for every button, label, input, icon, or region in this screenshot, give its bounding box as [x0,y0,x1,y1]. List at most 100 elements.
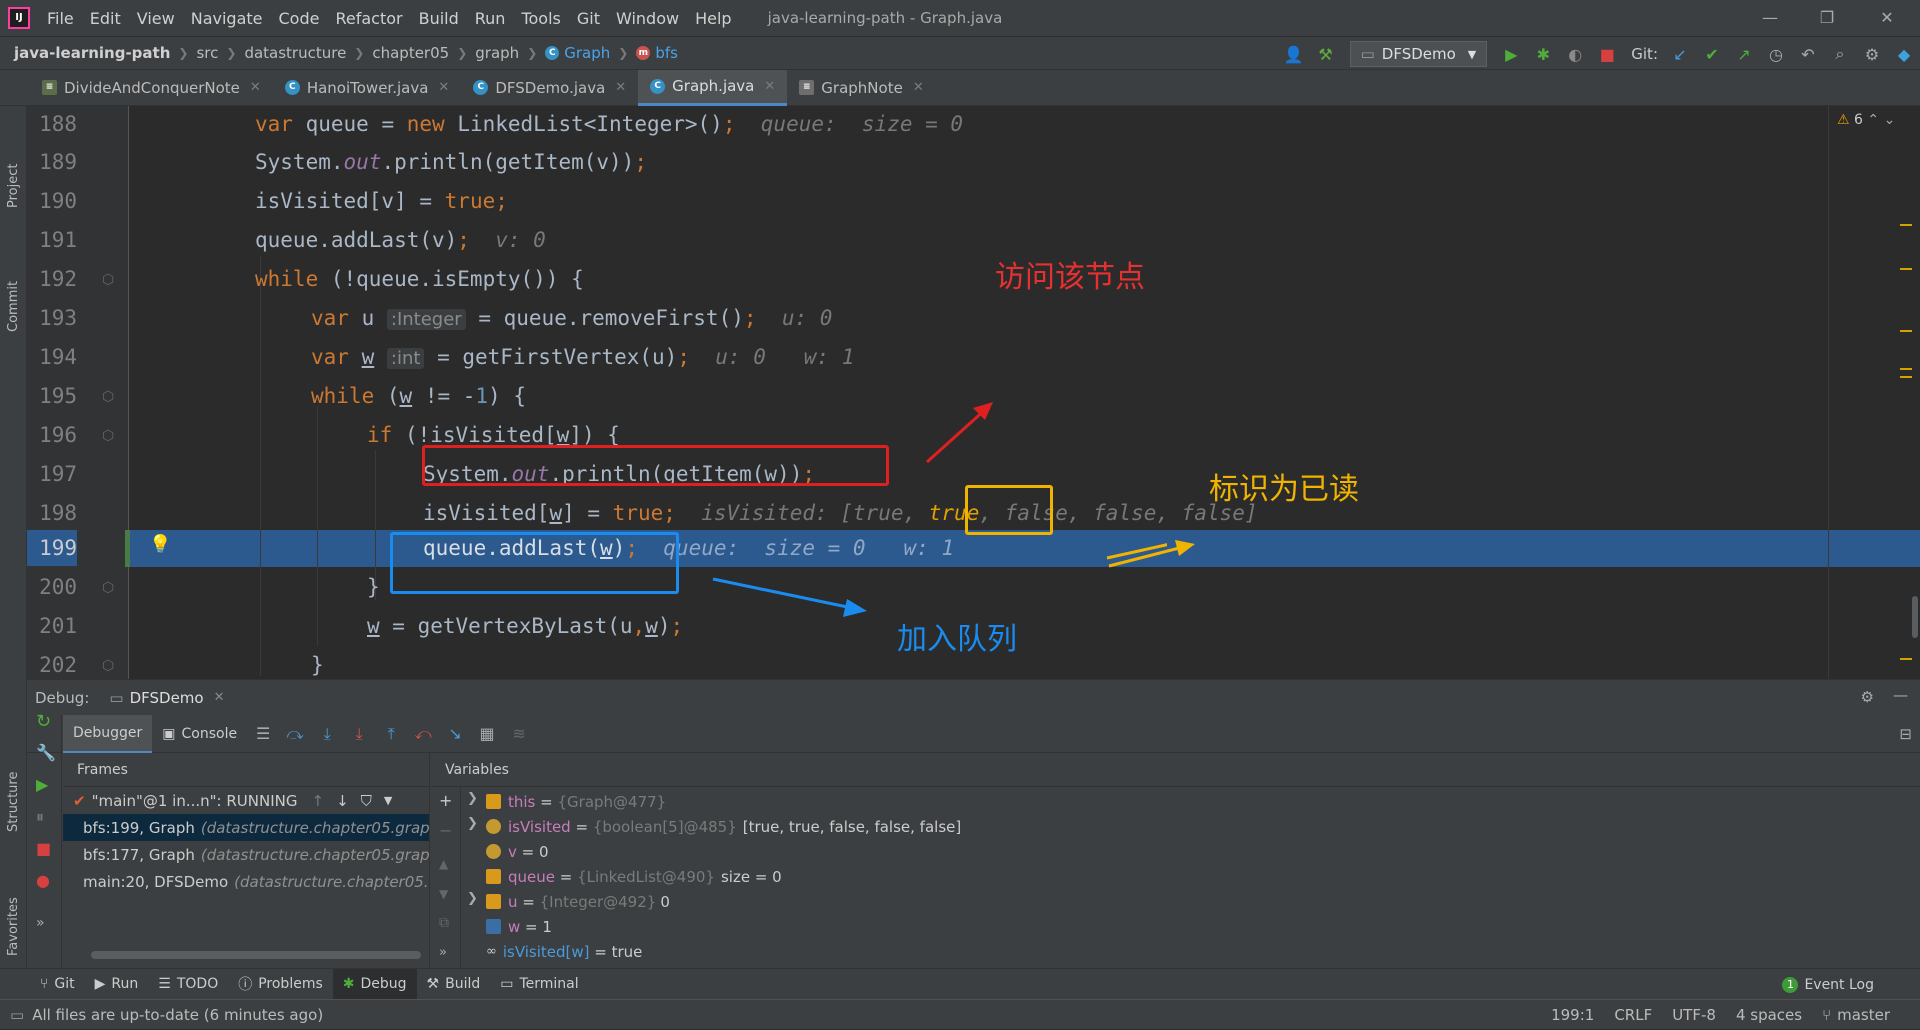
commit-tool-button[interactable]: Commit [6,281,21,332]
view-breakpoints-icon[interactable]: ● [36,871,50,890]
menu-refactor[interactable]: Refactor [327,9,410,28]
indent-setting[interactable]: 4 spaces [1736,1006,1802,1024]
frame-row[interactable]: main:20, DFSDemo (datastructure.chapter05… [63,868,429,895]
debugger-tab[interactable]: Debugger [63,714,153,753]
event-log-button[interactable]: 1 Event Log [1772,969,1884,1000]
close-session-icon[interactable]: ✕ [214,690,225,705]
close-tab-icon[interactable]: ✕ [438,80,449,95]
force-step-into-icon[interactable]: ⤓ [343,724,375,744]
step-out-icon[interactable]: ⤒ [375,724,407,744]
move-up-icon[interactable]: ▲ [439,857,448,871]
expand-arrow-icon[interactable]: ❯ [467,891,478,906]
run-config-select[interactable]: ▭ DFSDemo ▼ [1349,41,1488,67]
filter-icon[interactable]: ⛉ [361,792,372,810]
close-window-button[interactable]: ✕ [1862,0,1912,36]
breadcrumb-datastructure[interactable]: datastructure [244,44,346,62]
variable-row[interactable]: v = 0 [486,839,549,864]
hide-panel-icon[interactable]: — [1893,686,1908,704]
breadcrumb-src[interactable]: src [196,44,218,62]
variable-row[interactable]: queue = {LinkedList@490} size = 0 [486,864,782,889]
pause-icon[interactable]: ⏸ [36,807,44,827]
git-branch[interactable]: master [1837,1006,1890,1024]
tab-hanoitower[interactable]: C HanoiTower.java ✕ [273,70,462,106]
variable-row[interactable]: w = 1 [486,914,552,939]
git-push-icon[interactable]: ↗ [1728,45,1760,64]
history-icon[interactable]: ◷ [1760,45,1792,64]
favorites-tool-button[interactable]: Favorites [6,897,21,956]
frame-row[interactable]: bfs:177, Graph (datastructure.chapter05.g… [63,841,429,868]
scrollbar-thumb[interactable] [1912,596,1918,638]
menu-navigate[interactable]: Navigate [183,9,271,28]
variable-row[interactable]: isVisited = {boolean[5]@485} [true, true,… [486,814,961,839]
restore-button[interactable]: ❐ [1802,0,1852,36]
fold-icon[interactable]: ⬡ [102,272,114,288]
tab-graph[interactable]: C Graph.java ✕ [638,69,788,106]
step-into-icon[interactable]: ⤓ [311,724,343,744]
breadcrumb-chapter05[interactable]: chapter05 [372,44,449,62]
menu-run[interactable]: Run [467,9,514,28]
settings-icon[interactable]: ⚙ [1861,688,1874,706]
down-arrow-icon[interactable]: ↓ [336,792,349,810]
debug-session-tab[interactable]: DFSDemo [130,689,204,707]
breadcrumb-graph[interactable]: graph [475,44,519,62]
frame-row[interactable]: bfs:199, Graph (datastructure.chapter05.g… [63,814,429,841]
run-icon[interactable]: ▶ [1495,45,1527,64]
structure-tool-button[interactable]: Structure [6,772,21,832]
warning-count[interactable]: ⚠ 6 ⌃ ⌄ [1837,112,1895,128]
breadcrumb-class[interactable]: Graph [564,44,610,62]
variable-row[interactable]: this = {Graph@477} [486,789,666,814]
search-icon[interactable]: ⌕ [1824,44,1856,64]
line-separator[interactable]: CRLF [1614,1006,1652,1024]
build-hammer-icon[interactable]: ⚒ [1310,45,1342,64]
expand-arrow-icon[interactable]: ❯ [467,791,478,806]
build-tool-button[interactable]: ⚒ Build [417,969,491,1000]
fold-icon[interactable]: ⬡ [102,658,114,674]
menu-view[interactable]: View [129,9,183,28]
run-to-cursor-icon[interactable]: ↘ [439,724,471,743]
jetbrains-toolbox-icon[interactable]: ◆ [1888,45,1920,64]
menu-edit[interactable]: Edit [82,9,129,28]
menu-file[interactable]: File [39,9,82,28]
close-tab-icon[interactable]: ✕ [913,80,924,95]
drop-frame-icon[interactable]: ⤺ [407,724,439,744]
layout-icon[interactable]: ☰ [247,724,279,743]
git-tool-button[interactable]: ⑂ Git [30,969,85,1000]
horizontal-scrollbar[interactable] [91,951,421,959]
breadcrumb-method[interactable]: bfs [655,44,678,62]
restore-layout-icon[interactable]: ⊟ [1899,725,1912,743]
console-tab[interactable]: ▣ Console [152,715,247,753]
debug-tool-button[interactable]: ✱ Debug [332,968,417,1000]
fold-icon[interactable]: ⬡ [102,389,114,405]
todo-tool-button[interactable]: ☰ TODO [148,969,228,1000]
minimize-button[interactable]: — [1745,0,1795,36]
tab-graphnote[interactable]: ≡ GraphNote ✕ [787,70,935,106]
menu-code[interactable]: Code [271,9,328,28]
project-tool-button[interactable]: Project [6,164,21,208]
run-tool-button[interactable]: ▶ Run [85,969,149,1000]
step-over-icon[interactable]: ⤼ [279,724,311,744]
add-watch-icon[interactable]: + [439,791,452,810]
variable-row[interactable]: ∞ isVisited[w] = true [486,939,642,964]
coverage-icon[interactable]: ◐ [1559,45,1591,64]
menu-git[interactable]: Git [569,9,608,28]
menu-window[interactable]: Window [608,9,687,28]
dropdown-icon[interactable]: ▼ [384,794,392,807]
resume-icon[interactable]: ▶ [36,775,48,794]
tab-divideandconquernote[interactable]: ≡ DivideAndConquerNote ✕ [30,70,273,106]
lightbulb-icon[interactable]: 💡 [149,534,171,555]
git-commit-icon[interactable]: ✔ [1696,45,1728,64]
close-tab-icon[interactable]: ✕ [764,79,775,94]
more-icon[interactable]: » [36,915,45,931]
stop-icon[interactable]: ■ [1591,45,1623,64]
move-down-icon[interactable]: ▼ [439,887,448,901]
fold-icon[interactable]: ⬡ [102,580,114,596]
terminal-tool-button[interactable]: ▭ Terminal [490,969,588,1000]
caret-position[interactable]: 199:1 [1551,1006,1594,1024]
panel-toggle-icon[interactable]: ▭ [10,1006,24,1024]
user-icon[interactable]: 👤 [1278,45,1310,64]
variable-row[interactable]: u = {Integer@492} 0 [486,889,670,914]
remove-watch-icon[interactable]: − [439,821,452,840]
fold-icon[interactable]: ⬡ [102,428,114,444]
settings-icon[interactable]: ⚙ [1856,45,1888,64]
close-tab-icon[interactable]: ✕ [615,80,626,95]
